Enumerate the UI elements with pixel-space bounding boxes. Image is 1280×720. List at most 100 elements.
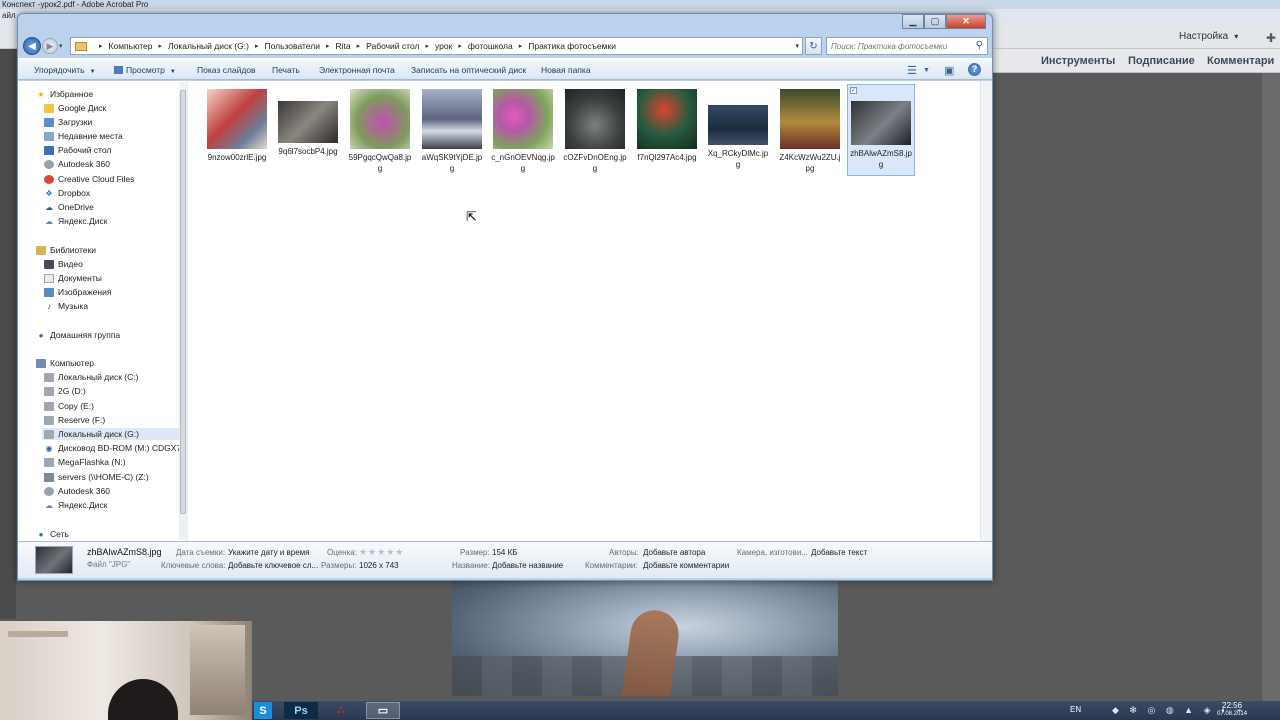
nav-item-drive-e[interactable]: Copy (E:) (44, 400, 94, 412)
nav-homegroup[interactable]: ● Домашняя группа (36, 329, 121, 341)
language-indicator[interactable]: EN (1070, 705, 1081, 714)
help-icon[interactable]: ? (968, 63, 981, 76)
breadcrumb-item[interactable]: Rita (335, 41, 350, 51)
preview-button[interactable]: Просмотр ▼ (114, 65, 176, 75)
slideshow-button[interactable]: Показ слайдов (197, 65, 256, 75)
address-bar[interactable]: ▸ Компьютер ▸ Локальный диск (G:) ▸ Пользо… (70, 37, 803, 55)
breadcrumb-item[interactable]: Локальный диск (G:) (168, 41, 249, 51)
file-item[interactable]: Xq_RCkyDlMc.jpg (704, 84, 772, 176)
tab-tools[interactable]: Инструменты (1041, 55, 1115, 67)
acrobat-settings-button[interactable]: Настройка ▾ (1179, 31, 1238, 42)
nav-item-desktop[interactable]: Рабочий стол (44, 144, 111, 156)
recent-pages-dropdown[interactable]: ▾ (59, 42, 63, 50)
nav-item-recent-places[interactable]: Недавние места (44, 130, 123, 142)
nav-item-downloads[interactable]: Загрузки (44, 116, 92, 128)
breadcrumb-item[interactable]: Практика фотосъемки (528, 41, 616, 51)
acrobat-right-panel (1262, 73, 1280, 701)
breadcrumb-item[interactable]: Компьютер (109, 41, 153, 51)
tab-comments[interactable]: Комментари (1207, 55, 1274, 67)
breadcrumb-item[interactable]: урок (435, 41, 452, 51)
nav-item-drive-c[interactable]: Локальный диск (C:) (44, 371, 138, 383)
nav-item-music[interactable]: ♪ Музыка (44, 300, 88, 312)
keywords-value[interactable]: Добавьте ключевое сл... (228, 561, 318, 570)
view-options-icon[interactable]: ☰ (907, 64, 917, 77)
acrobat-add-icon[interactable]: ✚ (1266, 31, 1276, 45)
file-item[interactable]: f7nQl297Ac4.jpg (633, 84, 701, 176)
back-button[interactable]: ◀ (23, 37, 41, 55)
file-item-selected[interactable]: ✓ zhBAlwAZmS8.jpg (847, 84, 915, 176)
search-input[interactable] (827, 38, 967, 54)
taskbar: S Ps ⛬ ▭ EN ◆ ✻ ◎ ◍ ▲ ◈ ◐ ⌁ 22:56 07.08.2… (252, 701, 1280, 720)
breadcrumb-item[interactable]: фотошкола (468, 41, 513, 51)
nav-item-creative-cloud[interactable]: Creative Cloud Files (44, 173, 135, 185)
burn-button[interactable]: Записать на оптический диск (411, 65, 526, 75)
nav-computer[interactable]: Компьютер (36, 357, 94, 369)
nav-item-video[interactable]: Видео (44, 258, 83, 270)
organize-button[interactable]: Упорядочить ▼ (34, 65, 96, 75)
image-thumbnail (350, 89, 410, 149)
explorer-taskbar-icon[interactable]: ▭ (366, 702, 400, 719)
comments-value[interactable]: Добавьте комментарии (643, 561, 729, 570)
breadcrumb-item[interactable]: Пользователи (264, 41, 319, 51)
nav-item-drive-f[interactable]: Reserve (F:) (44, 414, 105, 426)
nav-item-drive-g[interactable]: Локальный диск (G:) (42, 428, 179, 440)
authors-value[interactable]: Добавьте автора (643, 548, 705, 557)
nav-item-google-drive[interactable]: Google Диск (44, 102, 106, 114)
scrollbar-thumb[interactable] (180, 90, 186, 514)
nav-item-autodesk-360[interactable]: Autodesk 360 (44, 158, 110, 170)
title-value[interactable]: Добавьте название (492, 561, 563, 570)
nav-item-drive-n[interactable]: MegaFlashka (N:) (44, 456, 126, 468)
new-folder-button[interactable]: Новая папка (541, 65, 591, 75)
nav-item-pictures[interactable]: Изображения (44, 286, 111, 298)
nav-network[interactable]: ● Сеть (36, 528, 69, 540)
breadcrumb: ▸ Компьютер ▸ Локальный диск (G:) ▸ Пользо… (99, 41, 616, 51)
nav-item-dropbox[interactable]: ❖ Dropbox (44, 187, 90, 199)
rating-stars[interactable]: ★★★★★ (359, 547, 404, 558)
minimize-button[interactable]: ▁ (902, 14, 924, 29)
file-item[interactable]: Z4KcWzWu2ZU.jpg (776, 84, 844, 176)
photoshop-icon[interactable]: Ps (284, 702, 318, 719)
refresh-icon[interactable]: ↻ (805, 37, 822, 55)
nav-network-label: Сеть (50, 529, 69, 539)
file-item[interactable]: c_nGnOEVNqg.jpg (489, 84, 557, 176)
nav-item-drive-m[interactable]: ◉ Дисковод BD-ROM (M:) CDGX71E (44, 442, 188, 454)
breadcrumb-item[interactable]: Рабочий стол (366, 41, 419, 51)
camera-value[interactable]: Добавьте текст (811, 548, 867, 557)
chevron-down-icon[interactable]: ▼ (923, 67, 930, 74)
nav-item-yandex-disk-drive[interactable]: ☁ Яндекс.Диск (44, 499, 107, 511)
date-value[interactable]: Укажите дату и время (228, 548, 310, 557)
nav-libraries[interactable]: Библиотеки (36, 244, 96, 256)
file-item[interactable]: 9nzow00zrlE.jpg (203, 84, 271, 176)
nav-item-yandex-disk[interactable]: ☁ Яндекс.Диск (44, 215, 107, 227)
file-item[interactable]: aWqSK9tYjDE.jpg (418, 84, 486, 176)
file-item[interactable]: 59PgqcQwQa8.jpg (346, 84, 414, 176)
nav-item-drive-z[interactable]: servers (\\HOME-C) (Z:) (44, 471, 149, 483)
nav-favorites[interactable]: ★ Избранное (36, 88, 93, 100)
nav-item-onedrive[interactable]: ☁ OneDrive (44, 201, 94, 213)
search-icon[interactable]: ⚲ (976, 40, 983, 51)
clock-date: 07.08.2014 (1217, 711, 1248, 717)
network-drive-icon (44, 472, 54, 482)
acrobat-icon[interactable]: ⛬ (324, 702, 358, 719)
details-thumbnail (35, 546, 73, 574)
maximize-button[interactable]: ▢ (924, 14, 946, 29)
file-item[interactable]: 9q6l7socbP4.jpg (274, 84, 342, 176)
tab-sign[interactable]: Подписание (1128, 55, 1195, 67)
clock[interactable]: 22:56 07.08.2014 (1217, 702, 1247, 718)
email-button[interactable]: Электронная почта (319, 65, 395, 75)
file-item[interactable]: cOZFvDnOEng.jpg (561, 84, 629, 176)
preview-pane-icon[interactable]: ▣ (944, 64, 954, 77)
chevron-down-icon[interactable]: ▾ (795, 42, 799, 50)
breadcrumb-separator[interactable]: ▸ (99, 42, 103, 50)
forward-button[interactable]: ▶ (42, 38, 58, 54)
skype-icon[interactable]: S (254, 702, 272, 719)
nav-scrollbar[interactable] (179, 82, 188, 540)
nav-item-autodesk-360-drive[interactable]: Autodesk 360 (44, 485, 110, 497)
content-scrollbar[interactable] (980, 81, 992, 541)
acrobat-menu-file[interactable]: айл (2, 11, 16, 20)
close-button[interactable]: ✕ (946, 14, 986, 29)
print-button[interactable]: Печать (272, 65, 300, 75)
nav-item-documents[interactable]: Документы (44, 272, 102, 284)
checkbox-icon[interactable]: ✓ (850, 87, 857, 94)
nav-item-drive-d[interactable]: 2G (D:) (44, 385, 86, 397)
